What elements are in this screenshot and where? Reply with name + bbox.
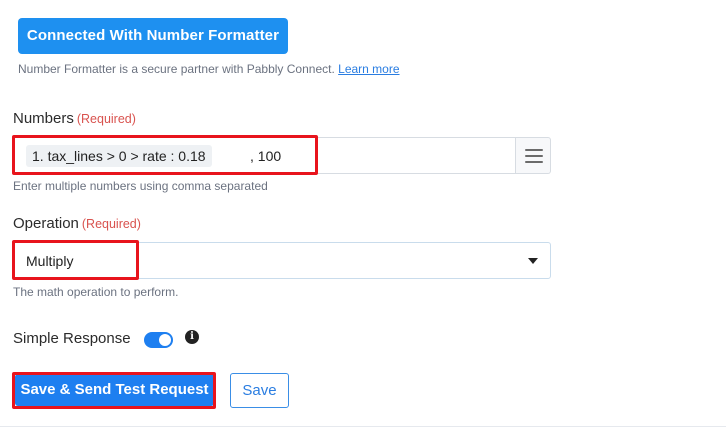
save-button[interactable]: Save <box>230 373 289 408</box>
simple-response-toggle[interactable] <box>144 332 173 348</box>
numbers-extra-value: , 100 <box>250 148 282 164</box>
operation-hint: The math operation to perform. <box>13 285 179 299</box>
operation-label: Operation (Required) <box>13 215 141 232</box>
partner-note-text: Number Formatter is a secure partner wit… <box>18 62 335 76</box>
learn-more-link[interactable]: Learn more <box>338 62 399 76</box>
numbers-required-tag: (Required) <box>76 112 136 126</box>
chevron-down-icon[interactable] <box>528 258 538 264</box>
numbers-input[interactable]: 1. tax_lines > 0 > rate : 0.18 , 100 <box>13 137 516 174</box>
bottom-divider <box>0 426 726 427</box>
partner-note: Number Formatter is a secure partner wit… <box>18 62 400 76</box>
simple-response-label: Simple Response <box>13 330 131 347</box>
connected-button[interactable]: Connected With Number Formatter <box>18 18 288 54</box>
hamburger-menu-icon[interactable] <box>516 137 551 174</box>
operation-required-tag: (Required) <box>81 217 141 231</box>
numbers-mapped-chip[interactable]: 1. tax_lines > 0 > rate : 0.18 <box>26 145 212 167</box>
operation-select[interactable]: Multiply <box>13 242 551 279</box>
numbers-hint: Enter multiple numbers using comma separ… <box>13 179 268 193</box>
numbers-label-text: Numbers <box>13 110 74 127</box>
operation-label-text: Operation <box>13 215 79 232</box>
toggle-knob <box>159 334 171 346</box>
save-and-send-test-button[interactable]: Save & Send Test Request <box>15 374 214 406</box>
operation-selected-value: Multiply <box>26 253 74 269</box>
numbers-label: Numbers (Required) <box>13 110 136 127</box>
info-icon[interactable]: i <box>185 330 199 344</box>
